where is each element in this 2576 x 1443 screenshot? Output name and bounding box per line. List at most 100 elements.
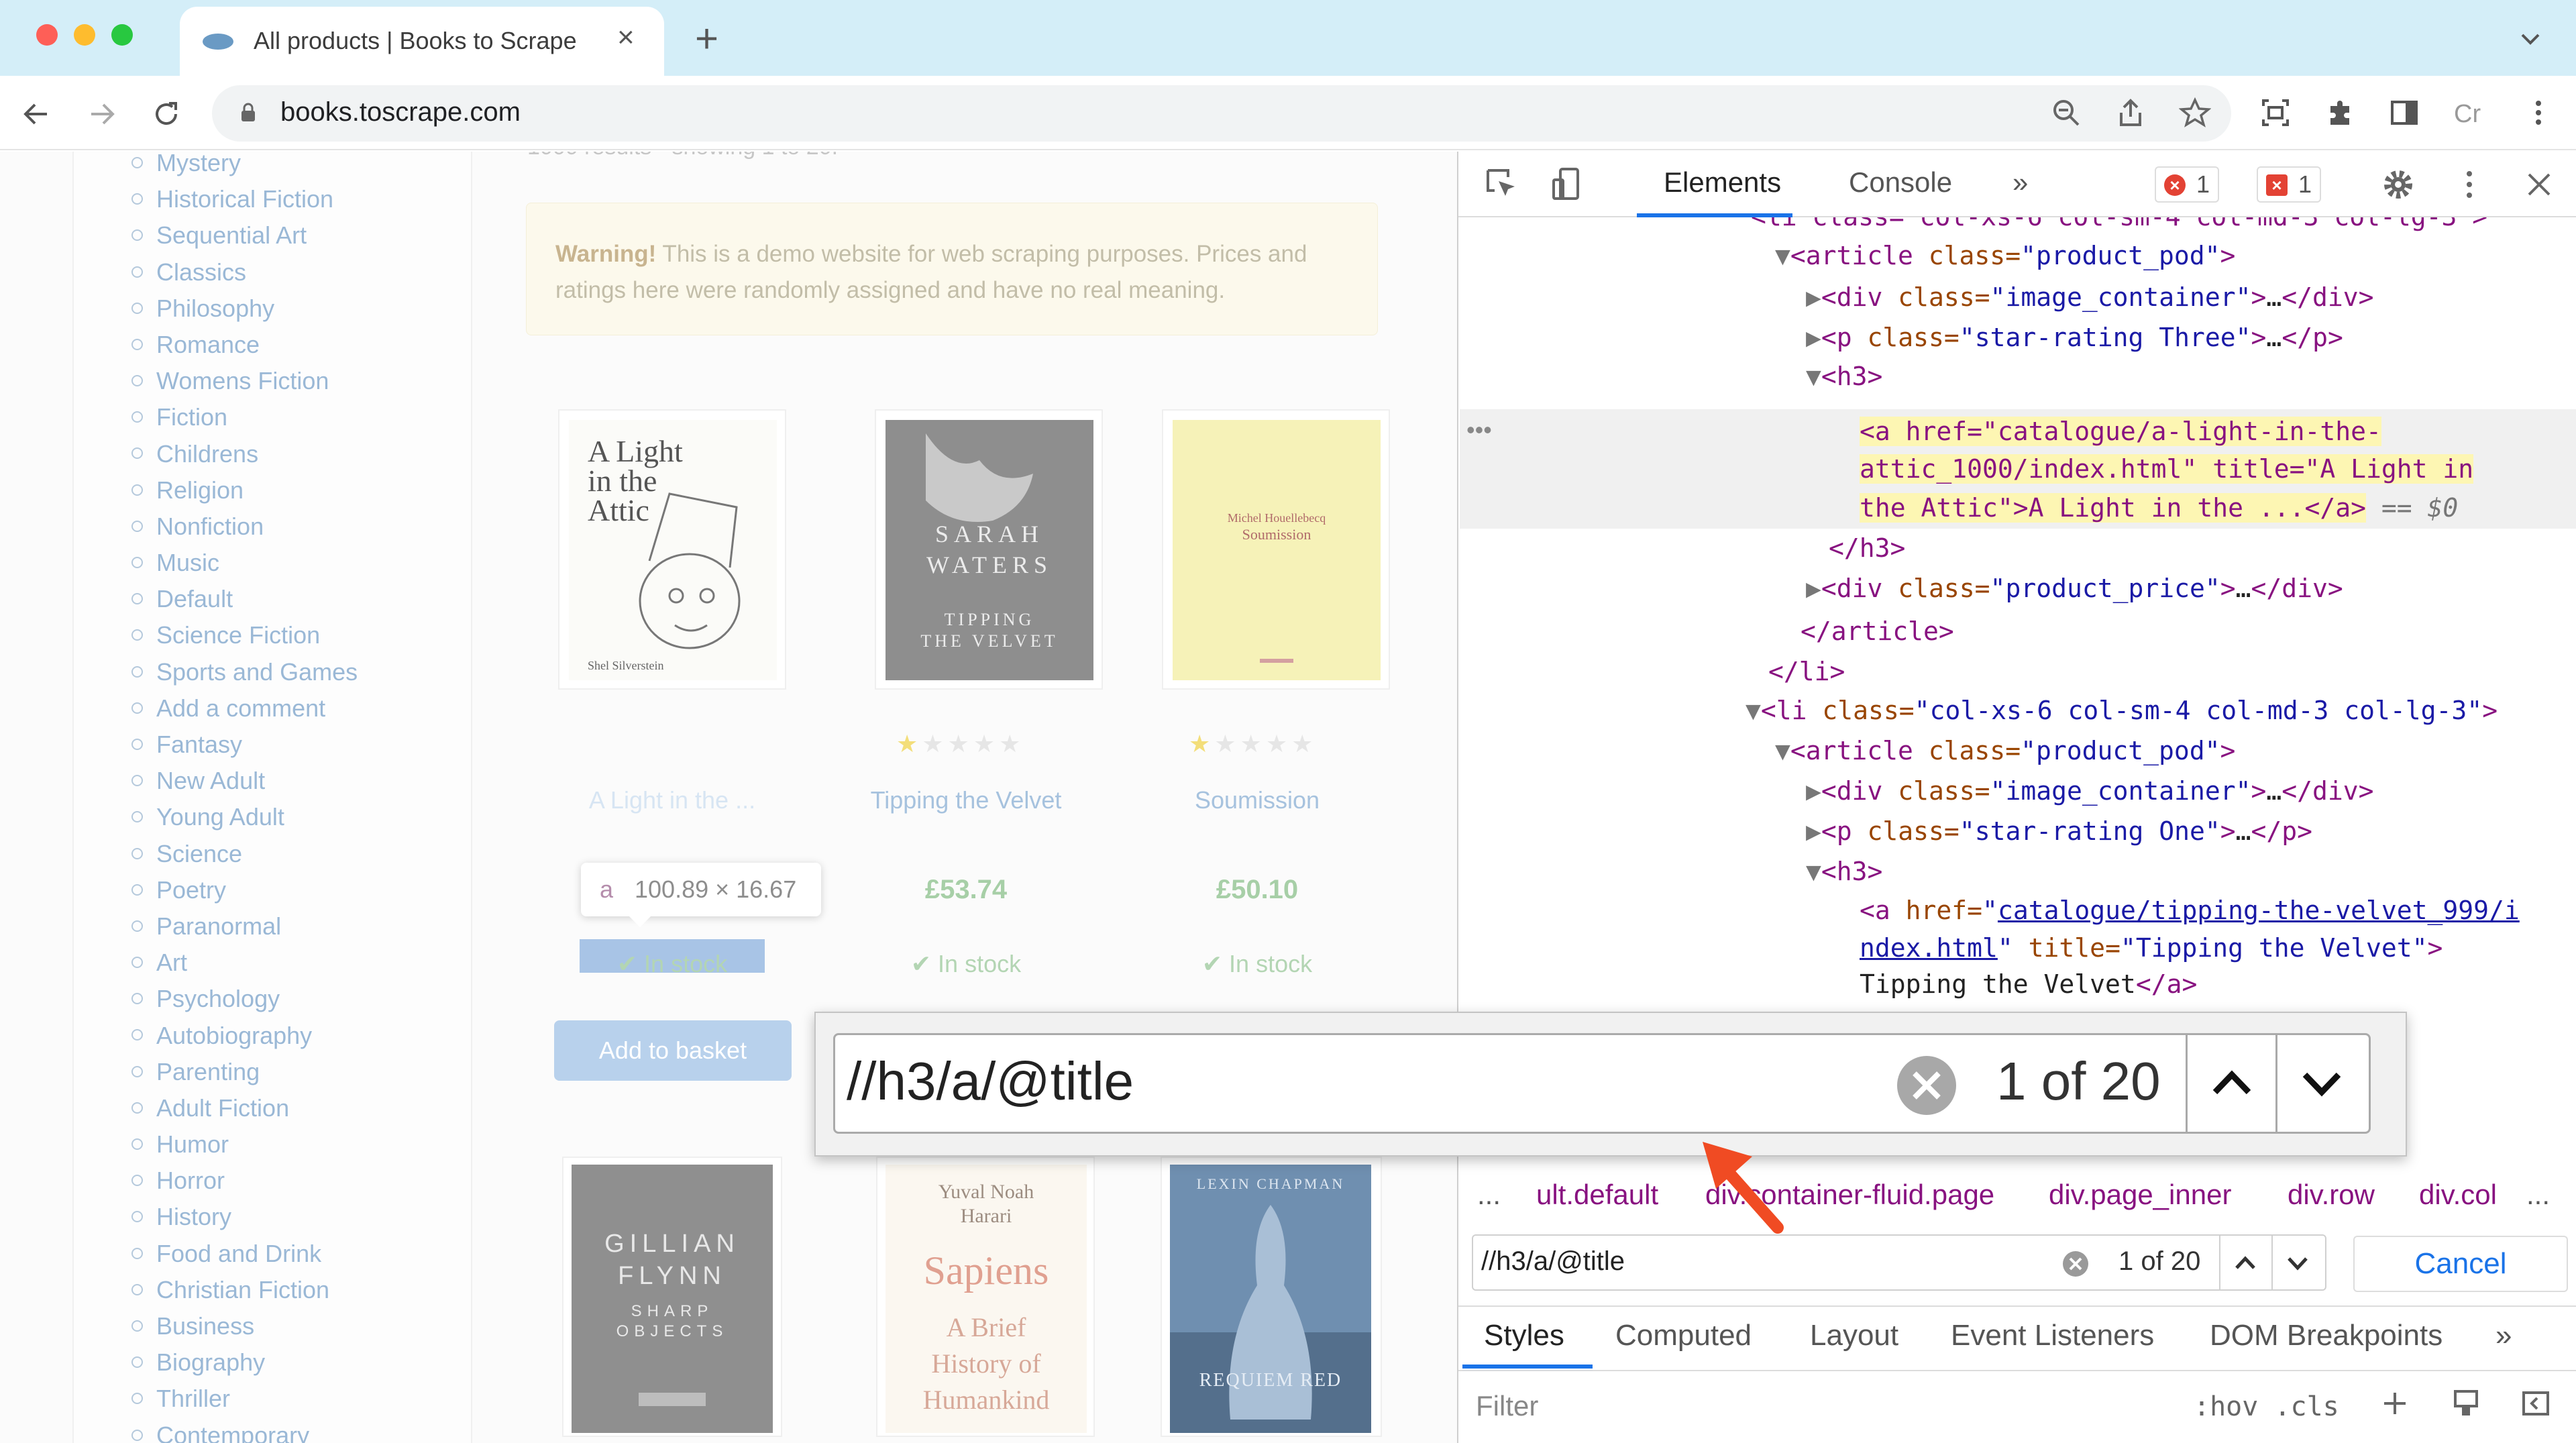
hov-cls-toggles[interactable]: :hov .cls (2194, 1391, 2339, 1422)
product-image-link[interactable]: LEXIN CHAPMAN REQUIEM RED (1161, 1157, 1382, 1437)
breadcrumb-more-right[interactable]: ... (2526, 1171, 2550, 1218)
dom-node[interactable]: </article> (1801, 612, 1954, 651)
errors-badge[interactable]: × 1 (2155, 166, 2220, 203)
forward-icon[interactable] (85, 97, 119, 131)
more-tabs-icon[interactable]: » (2012, 166, 2028, 199)
dom-search-input[interactable]: //h3/a/@title (1481, 1246, 1625, 1277)
category-link[interactable]: Default (131, 581, 358, 617)
category-link[interactable]: Horror (131, 1163, 358, 1199)
close-window-button[interactable] (36, 24, 58, 46)
close-devtools-icon[interactable] (2520, 165, 2559, 204)
element-state-icon[interactable] (2450, 1387, 2482, 1420)
dom-node-selected[interactable]: the Attic">A Light in the ...</a> == $0 (1860, 488, 2458, 528)
inspect-element-icon[interactable] (1483, 165, 1521, 204)
dom-node[interactable]: <li class="col-xs-6 col-sm-4 col-md-3 co… (1751, 217, 2487, 237)
category-link[interactable]: Biography (131, 1344, 358, 1381)
extensions-icon[interactable] (2324, 97, 2356, 129)
dom-node[interactable]: ▶<div class="image_container">…</div> (1806, 278, 2374, 317)
url-text[interactable]: books.toscrape.com (280, 97, 521, 127)
dom-node[interactable]: </h3> (1829, 529, 1905, 568)
category-link[interactable]: Art (131, 945, 358, 981)
dom-node[interactable]: ▶<p class="star-rating Three">…</p> (1806, 318, 2343, 358)
tab-console[interactable]: Console (1849, 166, 1952, 199)
dom-node[interactable]: ▶<div class="image_container">…</div> (1806, 771, 2374, 811)
reload-icon[interactable] (149, 97, 184, 131)
tab-computed[interactable]: Computed (1615, 1319, 1752, 1352)
zoomed-next-match-icon[interactable] (2297, 1053, 2347, 1114)
bookmark-star-icon[interactable] (2179, 97, 2211, 129)
category-link[interactable]: Autobiography (131, 1018, 358, 1054)
add-to-basket-button[interactable]: Add to basket (554, 1020, 792, 1081)
dom-node[interactable]: Tipping the Velvet</a> (1860, 965, 2197, 1004)
dom-node-selected[interactable]: attic_1000/index.html" title="A Light in (1860, 449, 2474, 489)
category-link[interactable]: Parenting (131, 1054, 358, 1090)
issues-badge[interactable]: × 1 (2257, 166, 2322, 203)
dom-node[interactable]: ▼<article class="product_pod"> (1775, 236, 2235, 276)
product-image-link[interactable]: Michel Houellebecq Soumission (1162, 409, 1390, 690)
zoom-out-icon[interactable] (2050, 97, 2082, 129)
cancel-search-button[interactable]: Cancel (2353, 1236, 2568, 1292)
menu-kebab-icon[interactable] (2522, 97, 2555, 129)
next-match-icon[interactable] (2281, 1246, 2314, 1280)
product-title-link[interactable]: Tipping the Velvet (818, 786, 1114, 814)
side-panel-icon[interactable] (2388, 97, 2420, 129)
dom-node[interactable]: <a href="catalogue/tipping-the-velvet_99… (1860, 891, 2520, 930)
tab-event-listeners[interactable]: Event Listeners (1951, 1319, 2154, 1352)
category-link[interactable]: New Adult (131, 763, 358, 799)
category-link[interactable]: Sports and Games (131, 654, 358, 690)
breadcrumb-item[interactable]: div.page_inner (2049, 1171, 2231, 1218)
product-title-link[interactable]: A Light in the ... (525, 786, 820, 814)
clear-search-icon[interactable] (2061, 1249, 2090, 1279)
breadcrumb-more-left[interactable]: ... (1477, 1171, 1501, 1218)
new-style-rule-icon[interactable] (2379, 1387, 2411, 1420)
lock-icon[interactable] (240, 103, 256, 123)
previous-match-icon[interactable] (2229, 1246, 2262, 1280)
category-link[interactable]: Poetry (131, 872, 358, 908)
category-link[interactable]: Sequential Art (131, 217, 358, 254)
category-link[interactable]: Historical Fiction (131, 181, 358, 217)
category-link[interactable]: Adult Fiction (131, 1090, 358, 1126)
category-link[interactable]: Romance (131, 327, 358, 363)
back-icon[interactable] (19, 97, 54, 131)
share-icon[interactable] (2114, 97, 2147, 129)
tab-layout[interactable]: Layout (1810, 1319, 1898, 1352)
product-image-link[interactable]: A Light in the Attic Shel Silverstein (558, 409, 786, 690)
devtools-menu-icon[interactable] (2450, 165, 2489, 204)
category-link[interactable]: Fiction (131, 399, 358, 435)
product-image-link[interactable]: SARAH WATERS TIPPING THE VELVET (875, 409, 1103, 690)
dom-node[interactable]: ▼<h3> (1806, 357, 1882, 396)
zoomed-clear-icon[interactable] (1896, 1055, 1957, 1116)
breadcrumb-item[interactable]: div.col (2419, 1171, 2497, 1218)
breadcrumb-item[interactable]: ult.default (1536, 1171, 1658, 1218)
device-toolbar-icon[interactable] (1548, 165, 1587, 204)
category-link[interactable]: Food and Drink (131, 1236, 358, 1272)
category-link[interactable]: Add a comment (131, 690, 358, 727)
more-style-tabs-icon[interactable]: » (2496, 1319, 2512, 1352)
new-tab-button[interactable]: + (695, 19, 718, 59)
settings-gear-icon[interactable] (2379, 165, 2418, 204)
dom-node-selected[interactable]: <a href="catalogue/a-light-in-the- (1860, 412, 2381, 451)
styles-filter-input[interactable]: Filter (1476, 1390, 1538, 1422)
dom-node[interactable]: ▼<h3> (1806, 852, 1882, 892)
dom-node[interactable]: ▶<div class="product_price">…</div> (1806, 569, 2343, 608)
category-link[interactable]: Nonfiction (131, 509, 358, 545)
category-link[interactable]: Philosophy (131, 290, 358, 327)
minimize-window-button[interactable] (74, 24, 95, 46)
dom-node[interactable]: ▼<li class="col-xs-6 col-sm-4 col-md-3 c… (1746, 691, 2498, 731)
profile-icon[interactable]: Cr (2453, 97, 2485, 129)
category-link[interactable]: History (131, 1199, 358, 1235)
tab-dom-breakpoints[interactable]: DOM Breakpoints (2210, 1319, 2443, 1352)
category-link[interactable]: Religion (131, 472, 358, 509)
product-title-link[interactable]: Soumission (1110, 786, 1405, 814)
zoomed-previous-match-icon[interactable] (2207, 1053, 2257, 1114)
breadcrumb-item[interactable]: div.row (2288, 1171, 2375, 1218)
category-link[interactable]: Contemporary (131, 1418, 358, 1443)
category-link[interactable]: Paranormal (131, 908, 358, 945)
category-link[interactable]: Fantasy (131, 727, 358, 763)
dom-node[interactable]: ▶<p class="star-rating One">…</p> (1806, 812, 2312, 851)
category-link[interactable]: Science Fiction (131, 617, 358, 653)
category-link[interactable]: Mystery (131, 152, 358, 181)
tab-close-icon[interactable]: × (617, 23, 635, 52)
product-image-link[interactable]: GILLIAN FLYNN SHARP OBJECTS (562, 1157, 782, 1437)
tab-search-chevron-icon[interactable] (2517, 25, 2544, 52)
